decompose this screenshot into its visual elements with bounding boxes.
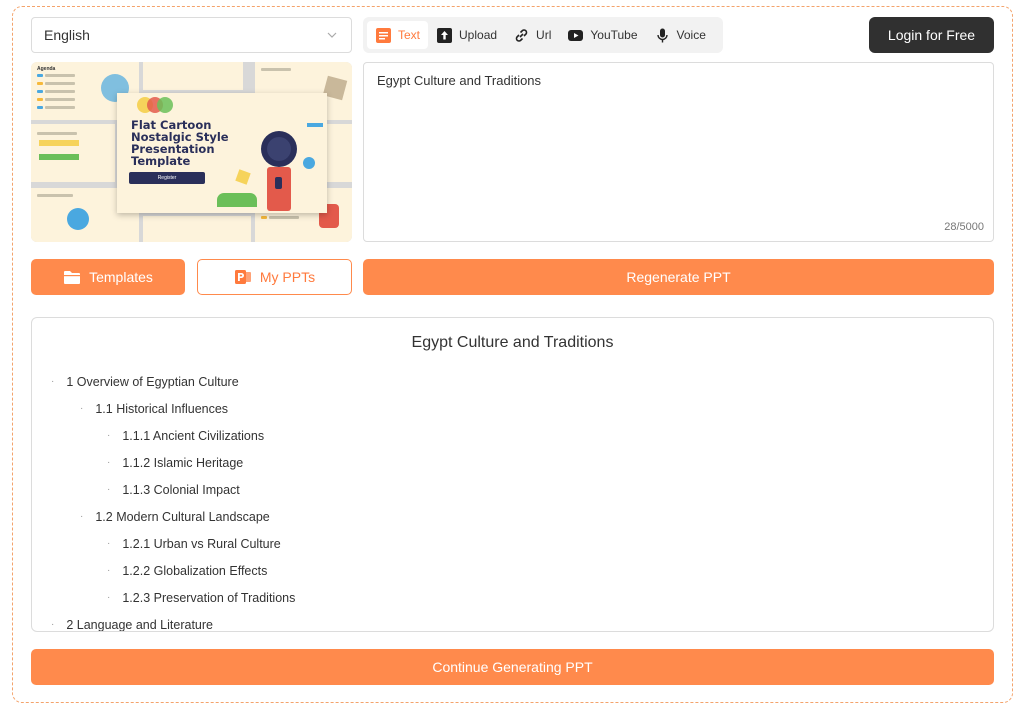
folder-icon: [64, 271, 81, 284]
youtube-icon: [568, 29, 584, 41]
character-counter: 28/5000: [944, 221, 984, 233]
my-ppts-button-label: My PPTs: [259, 269, 316, 285]
outline-item[interactable]: · 2 Language and Literature: [32, 611, 993, 632]
outline-item[interactable]: · 1.1.1 Ancient Civilizations: [32, 422, 993, 449]
outline-title: Egypt Culture and Traditions: [411, 334, 614, 351]
topic-input[interactable]: Egypt Culture and Traditions 28/5000: [363, 62, 994, 242]
language-select-value: English: [44, 27, 90, 43]
regenerate-ppt-button[interactable]: Regenerate PPT: [363, 259, 994, 295]
tab-upload-label: Upload: [459, 28, 498, 42]
tab-youtube-label: YouTube: [590, 28, 638, 42]
outline-item[interactable]: · 1.2.1 Urban vs Rural Culture: [32, 530, 993, 557]
outline-item[interactable]: · 1.1.3 Colonial Impact: [32, 476, 993, 503]
outline-item[interactable]: · 1.1.2 Islamic Heritage: [32, 449, 993, 476]
outline-item[interactable]: · 1.2.2 Globalization Effects: [32, 557, 993, 584]
chevron-down-icon: [327, 32, 337, 38]
input-type-tabs: Text Upload Url YouTube Voice: [363, 17, 723, 53]
tab-youtube[interactable]: YouTube: [559, 21, 645, 49]
continue-generating-button[interactable]: Continue Generating PPT: [31, 649, 994, 685]
cover-register-pill: Register: [129, 172, 205, 184]
tab-voice[interactable]: Voice: [646, 21, 714, 49]
outline-panel[interactable]: Egypt Culture and Traditions · 1 Overview…: [31, 317, 994, 632]
outline-item[interactable]: · 1.2 Modern Cultural Landscape: [32, 503, 993, 530]
cover-slide: Flat Cartoon Nostalgic Style Presentatio…: [117, 93, 327, 213]
cover-slide-title: Flat Cartoon Nostalgic Style Presentatio…: [131, 119, 229, 167]
templates-button-label: Templates: [89, 269, 153, 285]
powerpoint-icon: [234, 270, 251, 284]
link-icon: [515, 28, 528, 42]
thumbnail-agenda-label: Agenda: [37, 66, 56, 72]
outline-item[interactable]: · 1.2.3 Preservation of Traditions: [32, 584, 993, 611]
my-ppts-button[interactable]: My PPTs: [197, 259, 352, 295]
document-icon: [376, 27, 391, 43]
outline-item[interactable]: · 1.1 Historical Influences: [32, 395, 993, 422]
upload-icon: [437, 27, 453, 43]
tab-upload[interactable]: Upload: [428, 21, 505, 49]
microphone-icon: [656, 28, 668, 42]
tab-text[interactable]: Text: [367, 21, 429, 49]
tab-voice-label: Voice: [676, 28, 706, 42]
tab-text-label: Text: [398, 28, 421, 42]
tab-url-label: Url: [536, 28, 552, 42]
language-select[interactable]: English: [31, 17, 352, 53]
outline-list: · 1 Overview of Egyptian Culture · 1.1 His…: [32, 368, 993, 632]
templates-button[interactable]: Templates: [31, 259, 185, 295]
login-button[interactable]: Login for Free: [869, 17, 994, 53]
outline-item[interactable]: · 1 Overview of Egyptian Culture: [32, 368, 993, 395]
tab-url[interactable]: Url: [505, 21, 559, 49]
topic-input-value: Egypt Culture and Traditions: [377, 73, 542, 88]
template-preview[interactable]: Agenda Flat Cartoon Nostalgic Style Pres…: [31, 62, 352, 242]
